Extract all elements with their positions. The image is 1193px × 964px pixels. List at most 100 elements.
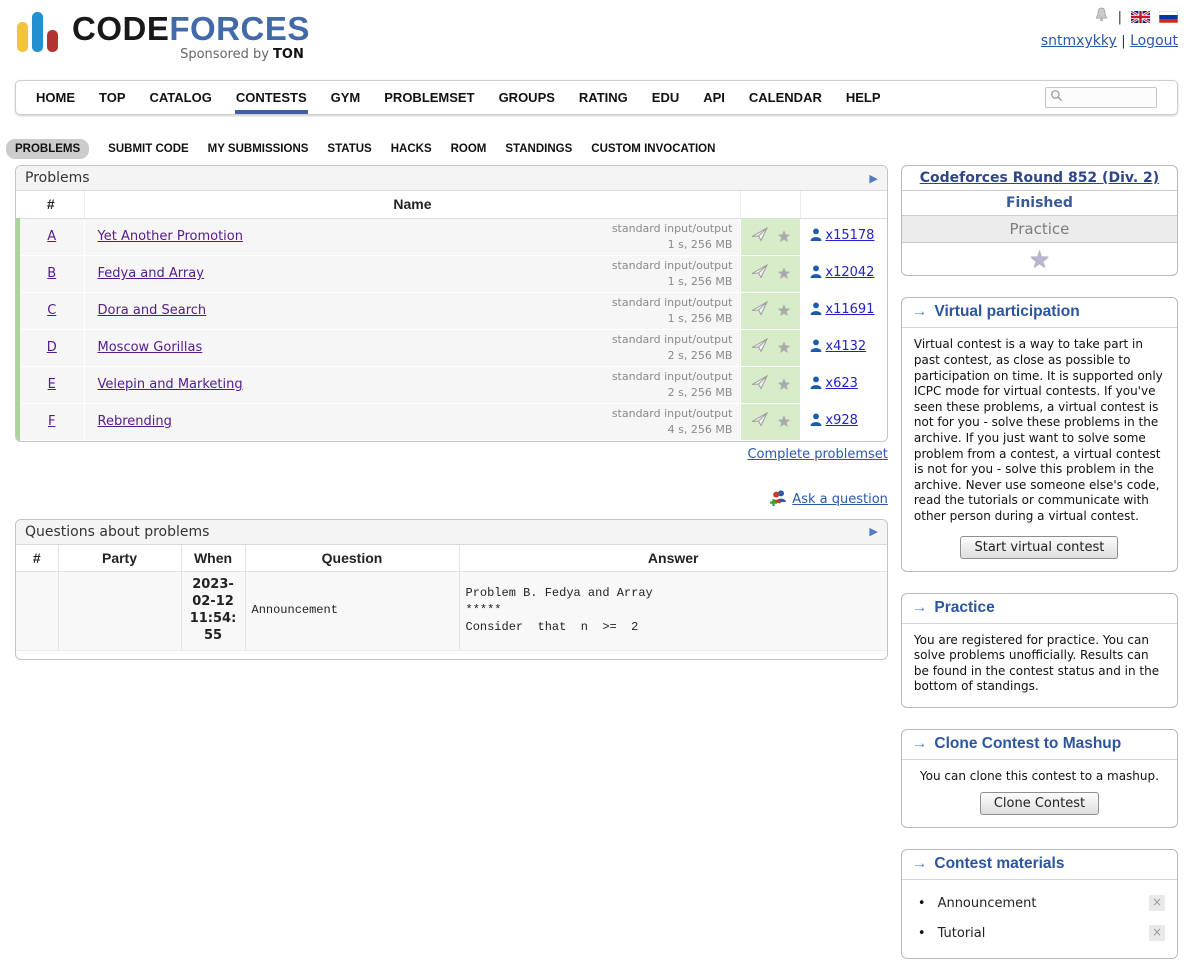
virtual-participation-title: →Virtual participation [902,298,1177,328]
problem-letter-link[interactable]: E [48,377,56,392]
nav-item-api[interactable]: API [703,90,725,105]
favorite-star-icon[interactable]: ★ [777,339,790,357]
search-input[interactable] [1066,90,1154,106]
arrow-right-icon: → [912,855,928,872]
problem-name-link[interactable]: Rebrending [98,414,172,429]
nav-item-top[interactable]: TOP [99,90,126,105]
subnav-item-standings[interactable]: STANDINGS [505,143,572,155]
bell-icon[interactable] [1094,7,1109,27]
problems-box: Problems ▶ # Name A Yet Another Promotio… [15,165,888,442]
user-handle-link[interactable]: sntmxykky [1041,33,1117,49]
questions-box: Questions about problems ▶ # Party When … [15,519,888,660]
contest-title-link[interactable]: Codeforces Round 852 (Div. 2) [920,170,1159,186]
question-row: 2023-02-12 11:54:55 Announcement Problem… [16,572,887,651]
submit-paper-plane-icon[interactable] [751,338,768,357]
collapse-arrow-icon[interactable]: ▶ [869,172,877,185]
page: CODEFORCES Sponsored by TON | sntmxykky … [0,0,1193,964]
bullet-icon: • [918,926,926,941]
practice-text: You are registered for practice. You can… [914,633,1165,695]
nav-item-rating[interactable]: RATING [579,90,628,105]
favorite-star-icon[interactable]: ★ [777,228,790,246]
problem-name-link[interactable]: Moscow Gorillas [98,340,203,355]
logo-bars-icon [17,12,64,56]
solved-user-icon [810,415,822,430]
problem-letter-link[interactable]: B [47,266,56,281]
solved-count-link[interactable]: x12042 [825,265,874,280]
nav-item-gym[interactable]: GYM [331,90,361,105]
practice-title: →Practice [902,594,1177,624]
material-item-announcement[interactable]: • Announcement × [916,888,1167,918]
english-flag-icon[interactable] [1131,11,1150,23]
problem-row: B Fedya and Array standard input/output1… [18,255,887,292]
q-col-when: When [181,545,245,572]
problem-letter-link[interactable]: F [48,414,55,429]
problem-name-link[interactable]: Fedya and Array [98,266,204,281]
start-virtual-contest-button[interactable]: Start virtual contest [960,536,1118,559]
subnav-item-problems[interactable]: PROBLEMS [6,139,89,159]
complete-problemset-link[interactable]: Complete problemset [747,447,887,462]
question-answer: Problem B. Fedya and Array ***** Conside… [459,572,887,651]
clone-mashup-text: You can clone this contest to a mashup. [914,769,1165,785]
solved-count-link[interactable]: x623 [825,376,858,391]
problem-row: E Velepin and Marketing standard input/o… [18,366,887,403]
problem-constraints: standard input/output2 s, 256 MB [612,332,733,363]
problem-name-link[interactable]: Dora and Search [98,303,207,318]
problem-letter-link[interactable]: D [47,340,57,355]
contest-materials-box: →Contest materials • Announcement × • Tu… [901,849,1178,959]
problem-constraints: standard input/output4 s, 256 MB [612,406,733,437]
contest-info-box: Codeforces Round 852 (Div. 2) Finished P… [901,165,1178,276]
nav-item-calendar[interactable]: CALENDAR [749,90,822,105]
subnav-item-room[interactable]: ROOM [451,143,487,155]
submit-paper-plane-icon[interactable] [751,227,768,246]
contest-favorite-star-icon[interactable]: ★ [1029,246,1051,272]
russian-flag-icon[interactable] [1159,11,1178,23]
nav-item-edu[interactable]: EDU [652,90,679,105]
submit-paper-plane-icon[interactable] [751,375,768,394]
practice-box: →Practice You are registered for practic… [901,593,1178,708]
ask-question-link[interactable]: Ask a question [792,492,888,507]
nav-item-catalog[interactable]: CATALOG [150,90,212,105]
subnav-item-hacks[interactable]: HACKS [391,143,432,155]
favorite-star-icon[interactable]: ★ [777,265,790,283]
arrow-right-icon: → [912,735,928,752]
problem-letter-link[interactable]: A [47,229,56,244]
logout-link[interactable]: Logout [1130,33,1178,49]
contest-subnav: PROBLEMS SUBMIT CODE MY SUBMISSIONS STAT… [15,139,1178,159]
clone-mashup-title: →Clone Contest to Mashup [902,730,1177,760]
subnav-item-custom-invocation[interactable]: CUSTOM INVOCATION [591,143,715,155]
solved-count-link[interactable]: x11691 [825,302,874,317]
virtual-participation-text: Virtual contest is a way to take part in… [914,337,1165,524]
nav-item-help[interactable]: HELP [846,90,881,105]
solved-count-link[interactable]: x4132 [825,339,866,354]
solved-count-link[interactable]: x15178 [825,228,874,243]
nav-item-groups[interactable]: GROUPS [499,90,555,105]
nav-item-home[interactable]: HOME [36,90,75,105]
col-header-index: # [18,191,84,218]
submit-paper-plane-icon[interactable] [751,412,768,431]
problem-name-link[interactable]: Yet Another Promotion [98,229,243,244]
subnav-item-my-submissions[interactable]: MY SUBMISSIONS [208,143,309,155]
ask-question-icon [769,489,787,510]
submit-paper-plane-icon[interactable] [751,264,768,283]
material-item-tutorial[interactable]: • Tutorial × [916,918,1167,948]
close-icon[interactable]: × [1149,895,1165,911]
subnav-item-submit-code[interactable]: SUBMIT CODE [108,143,189,155]
nav-item-problemset[interactable]: PROBLEMSET [384,90,474,105]
question-when: 2023-02-12 11:54:55 [181,572,245,651]
codeforces-logo[interactable]: CODEFORCES Sponsored by TON [17,12,310,61]
problems-table: # Name A Yet Another Promotion standard … [16,191,887,441]
favorite-star-icon[interactable]: ★ [777,302,790,320]
submit-paper-plane-icon[interactable] [751,301,768,320]
subnav-item-status[interactable]: STATUS [327,143,371,155]
collapse-arrow-icon[interactable]: ▶ [869,525,877,538]
close-icon[interactable]: × [1149,925,1165,941]
clone-contest-button[interactable]: Clone Contest [980,792,1099,815]
solved-count-link[interactable]: x928 [825,413,858,428]
problem-letter-link[interactable]: C [47,303,56,318]
favorite-star-icon[interactable]: ★ [777,413,790,431]
separator: | [1121,34,1125,49]
problem-constraints: standard input/output1 s, 256 MB [612,258,733,289]
favorite-star-icon[interactable]: ★ [777,376,790,394]
nav-item-contests[interactable]: CONTESTS [236,90,307,105]
problem-name-link[interactable]: Velepin and Marketing [98,377,243,392]
